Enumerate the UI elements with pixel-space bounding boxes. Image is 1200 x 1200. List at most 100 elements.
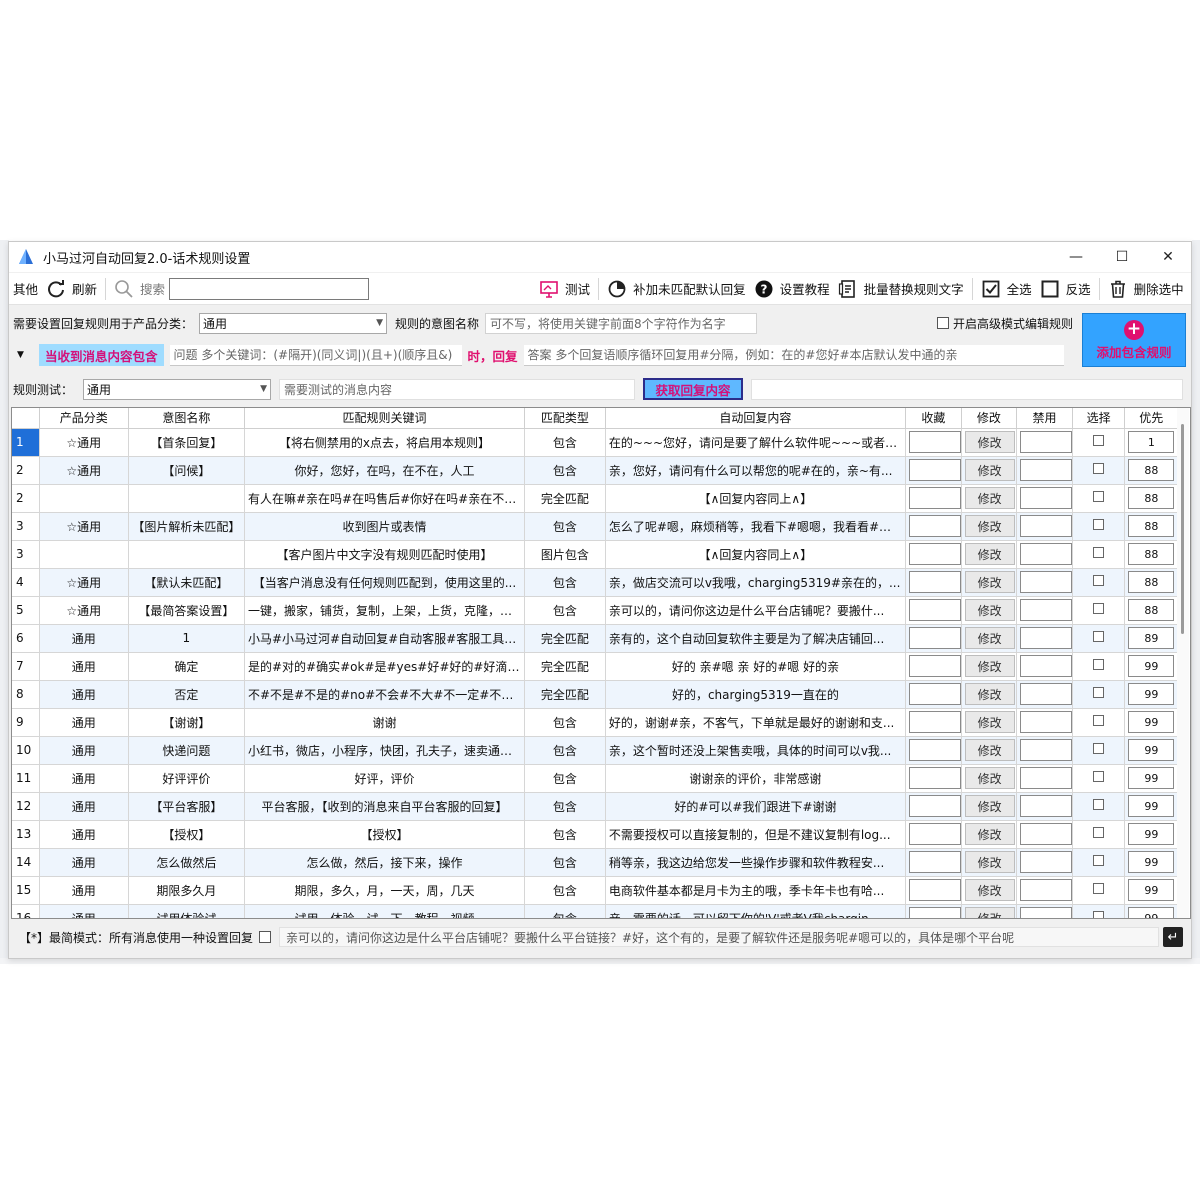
refresh-button[interactable]: 刷新 [42,274,101,304]
priority-input[interactable]: 99 [1128,711,1175,733]
table-row[interactable]: 1 ☆通用 【首条回复】 【将右侧禁用的x点去，将启用本规则】 包含 在的~~~您好，请问… [12,428,1178,457]
cell-category[interactable]: ☆通用 [39,456,129,485]
cell-category[interactable]: 通用 [39,680,129,709]
cell-intent[interactable]: 否定 [128,680,245,709]
cell-intent[interactable]: 试用体验试 [128,904,245,918]
disable-input[interactable] [1020,571,1072,593]
other-menu[interactable]: 其他 [9,274,42,304]
cell-intent[interactable] [128,484,245,513]
edit-button[interactable]: 修改 [964,683,1015,705]
table-row[interactable]: 16 通用 试用体验试 试用，体验，试一下，教程，视频 包含 亲，需要的话，可以留下你的'… [12,904,1178,918]
header-edit[interactable]: 修改 [961,408,1018,429]
priority-input[interactable]: 1 [1128,431,1175,453]
cell-match-type[interactable]: 包含 [524,708,606,737]
priority-input[interactable]: 99 [1128,907,1175,918]
cell-reply[interactable]: 好的 亲#嗯 亲 好的#嗯 好的亲 [605,652,907,681]
row-number[interactable]: 1 [12,428,40,457]
cell-keywords[interactable]: 收到图片或表情 [244,512,525,541]
disable-input[interactable] [1020,907,1072,918]
cell-intent[interactable] [128,540,245,569]
table-row[interactable]: 5 ☆通用 【最简答案设置】 一键，搬家，铺货，复制，上架，上货，克隆，软件 包含 亲可以… [12,596,1178,625]
cell-match-type[interactable]: 包含 [524,736,606,765]
scrollbar-thumb[interactable] [1181,424,1184,634]
cell-reply[interactable]: 怎么了呢#嗯，麻烦稍等，我看下#嗯嗯，我看看#我... [605,512,907,541]
priority-input[interactable]: 99 [1128,851,1175,873]
test-message-input[interactable]: 需要测试的消息内容 [279,378,635,400]
row-select-checkbox[interactable] [1093,547,1105,558]
cell-match-type[interactable]: 包含 [524,596,606,625]
row-select-checkbox[interactable] [1093,631,1105,642]
cell-reply[interactable]: 【∧回复内容同上∧】 [605,484,907,513]
favorite-input[interactable] [909,431,961,453]
favorite-input[interactable] [909,571,961,593]
cell-intent[interactable]: 【授权】 [128,820,245,849]
cell-reply[interactable]: 稍等亲，我这边给您发一些操作步骤和软件教程安... [605,848,907,877]
intent-name-input[interactable]: 可不写，将使用关键字前面8个字符作为名字 [485,312,758,334]
row-number[interactable]: 2 [12,456,40,485]
row-select-checkbox[interactable] [1093,519,1105,530]
cell-match-type[interactable]: 包含 [524,876,606,905]
table-row[interactable]: 3 【客户图片中文字没有规则匹配时使用】 图片包含 【∧回复内容同上∧】 修改 88 [12,540,1178,569]
cell-reply[interactable]: 好的#可以#我们跟进下#谢谢 [605,792,907,821]
product-category-select[interactable]: 通用 ▼ [199,312,388,334]
answer-input[interactable]: 答案 多个回复语顺序循环回复用#分隔，例如：在的#您好#本店默认发中通的亲 [523,344,1064,366]
disable-input[interactable] [1020,515,1072,537]
tutorial-button[interactable]: ? 设置教程 [750,274,834,304]
row-select-checkbox[interactable] [1093,883,1105,894]
table-row[interactable]: 14 通用 怎么做然后 怎么做，然后，接下来，操作 包含 稍等亲，我这边给您发一些操作步骤… [12,848,1178,877]
cell-intent[interactable]: 【问候】 [128,456,245,485]
cell-category[interactable]: ☆通用 [39,568,129,597]
edit-button[interactable]: 修改 [964,543,1015,565]
favorite-input[interactable] [909,515,961,537]
cell-intent[interactable]: 1 [128,624,245,653]
header-category[interactable]: 产品分类 [39,408,129,429]
cell-reply[interactable]: 谢谢亲的评价，非常感谢 [605,764,907,793]
cell-match-type[interactable]: 包含 [524,512,606,541]
cell-keywords[interactable]: 小马#小马过河#自动回复#自动客服#客服工具#... [244,624,525,653]
priority-input[interactable]: 99 [1128,655,1175,677]
cell-intent[interactable]: 【谢谢】 [128,708,245,737]
simple-mode-reply-input[interactable]: 亲可以的，请问你这边是什么平台店铺呢？要搬什么平台链接？#好，这个有的，是要了解… [279,927,1160,947]
cell-match-type[interactable]: 完全匹配 [524,652,606,681]
row-select-checkbox[interactable] [1093,715,1105,726]
table-row[interactable]: 4 ☆通用 【默认未匹配】 【当客户消息没有任何规则匹配到，使用这里的... 包含 亲，做… [12,568,1178,597]
question-input[interactable]: 问题 多个关键词：(#隔开)(同义词|)(且+)(顺序且&) [169,344,462,366]
disable-input[interactable] [1020,739,1072,761]
edit-button[interactable]: 修改 [964,487,1015,509]
edit-button[interactable]: 修改 [964,823,1015,845]
cell-category[interactable]: 通用 [39,652,129,681]
favorite-input[interactable] [909,683,961,705]
cell-intent[interactable]: 怎么做然后 [128,848,245,877]
cell-reply[interactable]: 亲，做店交流可以v我哦，charging5319#亲在的，... [605,568,907,597]
cell-match-type[interactable]: 包含 [524,904,606,918]
cell-keywords[interactable]: 有人在嘛#亲在吗#在吗售后#你好在吗#亲在不#... [244,484,525,513]
cell-category[interactable] [39,540,129,569]
table-row[interactable]: 8 通用 否定 不#不是#不是的#no#不会#不大#不一定#不古#不... 完全匹配 好的… [12,680,1178,709]
priority-input[interactable]: 88 [1128,599,1175,621]
disable-input[interactable] [1020,543,1072,565]
cell-reply[interactable]: 好的，charging5319一直在的 [605,680,907,709]
header-reply[interactable]: 自动回复内容 [605,408,907,429]
cell-category[interactable]: 通用 [39,708,129,737]
cell-intent[interactable]: 【平台客服】 [128,792,245,821]
cell-reply[interactable]: 不需要授权可以直接复制的，但是不建议复制有log... [605,820,907,849]
cell-reply[interactable]: 电商软件基本都是月卡为主的哦，季卡年卡也有哈... [605,876,907,905]
cell-keywords[interactable]: 好评，评价 [244,764,525,793]
row-select-checkbox[interactable] [1093,855,1105,866]
close-button[interactable]: ✕ [1145,242,1191,272]
edit-button[interactable]: 修改 [964,515,1015,537]
header-keywords[interactable]: 匹配规则关键词 [244,408,525,429]
cell-keywords[interactable]: 【将右侧禁用的x点去，将启用本规则】 [244,428,525,457]
row-number[interactable]: 12 [12,792,40,821]
edit-button[interactable]: 修改 [964,599,1015,621]
disable-input[interactable] [1020,851,1072,873]
row-select-checkbox[interactable] [1093,659,1105,670]
disable-input[interactable] [1020,487,1072,509]
row-number[interactable]: 3 [12,540,40,569]
cell-category[interactable]: 通用 [39,624,129,653]
row-number[interactable]: 7 [12,652,40,681]
minimize-button[interactable]: — [1053,242,1099,272]
cell-intent[interactable]: 期限多久月 [128,876,245,905]
match-mode-dropdown-arrow[interactable]: ▼ [17,350,33,360]
cell-reply[interactable]: 亲，需要的话，可以留下你的'V'或者V我chargin... [605,904,907,918]
